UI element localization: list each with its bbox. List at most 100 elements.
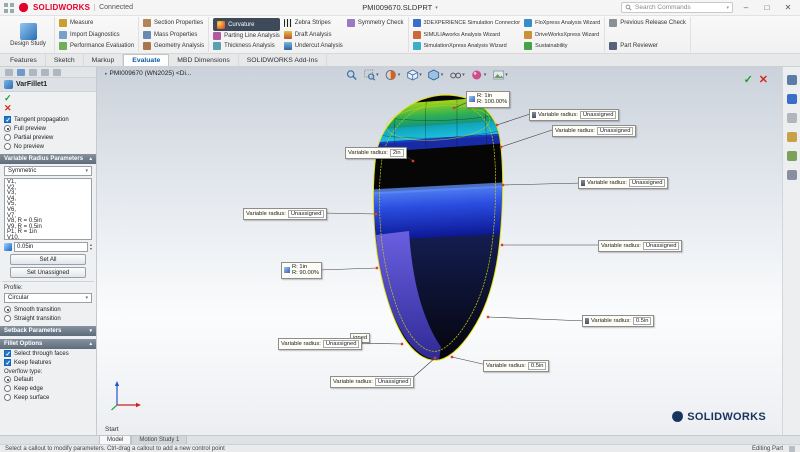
propertymanager-tab-icon[interactable] [17,68,25,76]
full-preview-radio[interactable]: Full preview [0,124,96,133]
callout-value[interactable]: Unassigned [374,378,412,386]
confirm-cancel-button[interactable]: ✕ [759,73,768,86]
callout-radius-percent[interactable]: R: 1in R: 100.00% [466,91,511,108]
displaymanager-tab-icon[interactable] [53,68,61,76]
status-quick-tips-icon[interactable] [789,445,795,452]
partial-preview-radio[interactable]: Partial preview [0,133,96,142]
callout-variable-radius[interactable]: Variable radius: Unassigned [598,240,683,252]
simuliaworks-wizard-button[interactable]: SIMULIAworks Analysis Wizard [412,30,521,40]
motion-study-tab[interactable]: Motion Study 1 [131,435,188,444]
straight-transition-radio[interactable]: Straight transition [0,314,96,323]
radius-input[interactable]: 0.05in [14,242,88,252]
view-orientation-button[interactable]: ▾ [406,69,422,81]
apply-scene-button[interactable]: ▾ [492,69,508,81]
callout-value[interactable]: Unassigned [596,127,634,135]
callout-value[interactable]: Unassigned [322,340,360,348]
import-diagnostics-button[interactable]: Import Diagnostics [59,30,134,40]
thickness-analysis-button[interactable]: Thickness Analysis [213,41,280,51]
tab-features[interactable]: Features [2,54,46,66]
callout-variable-radius[interactable]: Variable radius: Unassigned [243,208,328,220]
zoom-area-button[interactable]: ▾ [363,69,379,81]
dimxpertmanager-tab-icon[interactable] [41,68,49,76]
graphics-area[interactable]: ▸ PMI009670 (WN2025) <Di... ▾ ▾ ▾ ▾ ▾ ▾ … [97,67,782,435]
callout-variable-radius[interactable]: Variable radius: 0.5in [483,360,550,372]
maximize-button[interactable]: □ [759,3,775,12]
section-fillet-options[interactable]: Fillet Options ▴ [0,339,96,349]
callout-variable-radius[interactable]: Variable radius: Unassigned [552,125,637,137]
ok-button[interactable]: ✓ [4,94,92,103]
tab-solidworks-addins[interactable]: SOLIDWORKS Add-Ins [239,54,327,66]
taskpane-file-explorer-icon[interactable] [786,132,797,142]
sustainability-button[interactable]: Sustainability [524,41,600,51]
3d-model[interactable] [362,91,512,365]
part-reviewer-button[interactable]: Part Reviewer [609,41,686,51]
keep-features-checkbox[interactable]: Keep features [0,358,96,367]
callout-variable-radius[interactable]: Variable radius: 2in [345,147,407,159]
geometry-analysis-button[interactable]: Geometry Analysis [143,41,204,51]
list-item[interactable]: V10, [7,235,89,239]
configurationmanager-tab-icon[interactable] [29,68,37,76]
mass-properties-button[interactable]: Mass Properties [143,30,204,40]
tab-sketch[interactable]: Sketch [46,54,84,66]
curvature-button[interactable]: Curvature [213,18,280,31]
draft-analysis-button[interactable]: Draft Analysis [283,30,343,40]
tab-mbd-dimensions[interactable]: MBD Dimensions [169,54,239,66]
taskpane-3dexperience-icon[interactable] [786,94,797,104]
taskpane-appearances-icon[interactable] [786,151,797,161]
undercut-analysis-button[interactable]: Undercut Analysis [283,41,343,51]
callout-value[interactable]: Unassigned [579,111,617,119]
tab-markup[interactable]: Markup [84,54,124,66]
overflow-keep-surface-radio[interactable]: Keep surface [0,393,96,402]
search-commands-box[interactable]: Search Commands ▾ [621,2,733,13]
search-scope-chevron-icon[interactable]: ▾ [726,5,729,11]
symmetric-dropdown[interactable]: Symmetric ▾ [4,166,92,176]
taskpane-custom-properties-icon[interactable] [786,170,797,180]
taskpane-home-icon[interactable] [786,75,797,85]
callout-variable-radius[interactable]: Variable radius: Unassigned [278,338,363,350]
section-view-button[interactable]: ▾ [385,69,400,81]
display-style-button[interactable]: ▾ [428,69,443,81]
symmetry-check-button[interactable]: Symmetry Check [346,18,404,28]
start-link[interactable]: Start [105,426,119,433]
previous-release-check-button[interactable]: Previous Release Check [609,18,686,28]
taskpane-design-library-icon[interactable] [786,113,797,123]
driveworks-wizard-button[interactable]: DriveWorksXpress Wizard [524,30,600,40]
smooth-transition-radio[interactable]: Smooth transition [0,305,96,314]
overflow-default-radio[interactable]: Default [0,375,96,384]
parting-line-analysis-button[interactable]: Parting Line Analysis [213,31,280,41]
section-variable-radius-parameters[interactable]: Variable Radius Parameters ▴ [0,154,96,164]
callout-value[interactable]: Unassigned [628,179,666,187]
vertex-radius-listbox[interactable]: V1, V2, V3, V4, V5, V6, V7, V8, R = 0.5i… [4,178,92,240]
callout-value[interactable]: Unassigned [642,242,680,250]
callout-value[interactable]: 0.5in [527,362,547,370]
design-study-button[interactable]: Design Study [6,22,50,47]
spin-down-icon[interactable]: ▾ [90,247,92,251]
callout-variable-radius[interactable]: Variable radius: Unassigned [529,109,620,121]
callout-value[interactable]: Unassigned [287,210,325,218]
callout-variable-radius[interactable]: Variable radius: Unassigned [578,177,669,189]
callout-radius-percent[interactable]: R: 1in R: 90.00% [281,262,323,279]
zebra-stripes-button[interactable]: Zebra Stripes [283,18,343,28]
set-unassigned-button[interactable]: Set Unassigned [10,267,86,278]
flyout-feature-tree[interactable]: ▸ PMI009670 (WN2025) <Di... [105,70,191,77]
confirm-ok-button[interactable]: ✓ [744,73,753,86]
set-all-button[interactable]: Set All [10,254,86,265]
cancel-button[interactable]: ✕ [4,104,92,113]
callout-value[interactable]: 2in [389,149,404,157]
tab-evaluate[interactable]: Evaluate [123,54,170,66]
floxpress-wizard-button[interactable]: FloXpress Analysis Wizard [524,18,600,28]
measure-button[interactable]: Measure [59,18,134,28]
edit-appearance-button[interactable]: ▾ [471,69,486,81]
hide-show-items-button[interactable]: ▾ [449,69,465,81]
featuremanager-tab-icon[interactable] [5,68,13,76]
overflow-keep-edge-radio[interactable]: Keep edge [0,384,96,393]
model-tab[interactable]: Model [99,435,132,444]
callout-value[interactable]: 0.5in [632,317,652,325]
simulationxpress-wizard-button[interactable]: SimulationXpress Analysis Wizard [412,41,521,51]
minimize-button[interactable]: – [738,3,754,12]
select-through-faces-checkbox[interactable]: Select through faces [0,349,96,358]
callout-variable-radius[interactable]: Variable radius: 0.5in [582,315,655,327]
section-properties-button[interactable]: Section Properties [143,18,204,28]
tangent-propagation-checkbox[interactable]: Tangent propagation [0,115,96,124]
performance-evaluation-button[interactable]: Performance Evaluation [59,41,134,51]
